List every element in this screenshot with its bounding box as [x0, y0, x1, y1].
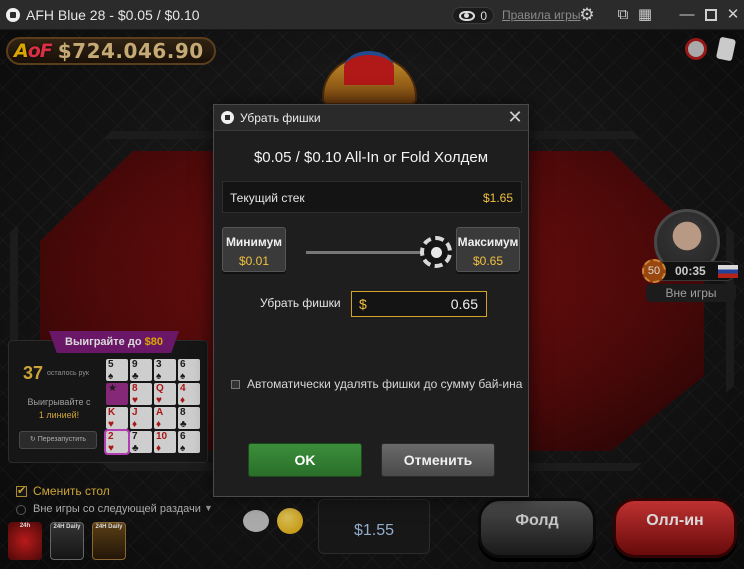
maximum-button[interactable]: Максимум $0.65	[456, 227, 520, 272]
current-stack-value: $1.65	[482, 191, 513, 205]
dialog-title: Убрать фишки	[240, 111, 321, 125]
minimum-button[interactable]: Минимум $0.01	[222, 227, 286, 272]
ok-button[interactable]: OK	[248, 443, 362, 477]
app-logo-icon	[6, 7, 20, 22]
window-title: AFH Blue 28 - $0.05 / $0.10	[26, 6, 200, 23]
amount-input[interactable]: $	[351, 291, 487, 317]
title-bar: AFH Blue 28 - $0.05 / $0.10 0 Правила иг…	[0, 0, 744, 30]
game-rules-link[interactable]: Правила игры	[502, 8, 580, 22]
close-window-icon[interactable]: ✕	[724, 6, 742, 24]
remove-chips-dialog: Убрать фишки ✕ $0.05 / $0.10 All-In or F…	[213, 104, 529, 497]
tile-windows-icon[interactable]: ⧉	[614, 6, 632, 24]
settings-gear-icon[interactable]: ⚙	[578, 6, 596, 24]
grid-layout-icon[interactable]: ▦	[636, 6, 654, 24]
current-stack-label: Текущий стек	[230, 191, 305, 205]
minimize-icon[interactable]: —	[678, 6, 696, 24]
game-name: $0.05 / $0.10 All-In or Fold Холдем	[253, 149, 489, 166]
amount-slider-track[interactable]	[306, 251, 434, 254]
auto-remove-checkbox[interactable]	[231, 380, 240, 389]
app-logo-icon	[221, 111, 234, 124]
amount-slider-handle[interactable]	[420, 236, 452, 268]
minimum-label: Минимум	[225, 235, 283, 249]
observers-count: 0	[480, 8, 487, 23]
maximize-icon[interactable]	[702, 6, 720, 24]
eye-icon	[459, 10, 475, 21]
auto-remove-label: Автоматически удалять фишки до сумму бай…	[247, 377, 523, 391]
close-icon[interactable]: ✕	[506, 107, 524, 127]
maximum-value: $0.65	[472, 254, 504, 268]
observers-counter[interactable]: 0	[452, 7, 494, 24]
currency-symbol: $	[359, 296, 367, 312]
cancel-button[interactable]: Отменить	[381, 443, 495, 477]
minimum-value: $0.01	[238, 254, 270, 268]
current-stack-row: Текущий стек $1.65	[222, 181, 522, 213]
maximum-label: Максимум	[457, 235, 519, 249]
remove-chips-label: Убрать фишки	[260, 296, 341, 310]
dialog-header: Убрать фишки ✕	[214, 105, 528, 131]
amount-field[interactable]	[378, 296, 478, 312]
